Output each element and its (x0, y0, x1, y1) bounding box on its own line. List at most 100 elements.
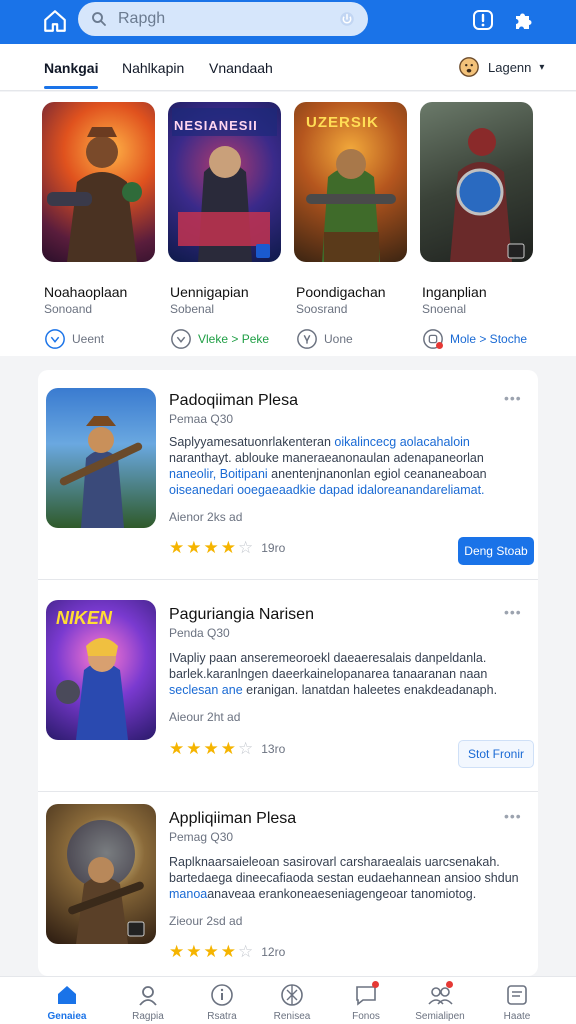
chevron-down-circle-icon (45, 329, 65, 349)
thumbnail-title: NESIANESII (174, 118, 258, 133)
nav-label: Genaiea (47, 1011, 87, 1022)
featured-card[interactable]: Noahaoplaan Sonoand Ueent (42, 102, 157, 349)
featured-action[interactable]: Ueent (44, 328, 104, 350)
app-action-button[interactable]: Stot Fronir (458, 740, 534, 768)
language-selector[interactable]: Lagenn ▾ (458, 56, 544, 78)
star-icon: ★ (186, 942, 202, 961)
puzzle-button[interactable] (510, 6, 538, 34)
featured-subtitle: Sobenal (170, 302, 215, 316)
search-input[interactable]: Rapgh (118, 10, 338, 28)
nav-label: Ragpia (132, 1011, 164, 1022)
app-title: Paguriangia Narisen (169, 606, 314, 623)
star-icon: ★ (220, 538, 236, 557)
chevron-down-circle-icon (171, 329, 191, 349)
featured-action[interactable]: Uone (296, 328, 353, 350)
menu-icon (507, 985, 527, 1005)
user-icon (139, 986, 157, 1006)
nav-item-people[interactable]: Semialipen (404, 981, 476, 1022)
list-item[interactable]: Padoqiiman Plesa Pemaa Q30 Saplyyamesatu… (38, 370, 538, 580)
alert-button[interactable] (469, 6, 497, 34)
featured-action-label: Ueent (72, 332, 105, 346)
featured-card[interactable]: Inganplian Snoenal Mole > Stoche (420, 102, 535, 349)
more-options-icon[interactable]: ••• (504, 604, 522, 620)
home-icon (58, 986, 76, 1004)
star-icon: ★ (186, 739, 202, 758)
star-icon: ★ (169, 942, 185, 961)
tab-vnandaah[interactable]: Vnandaah (209, 60, 273, 76)
app-list: Padoqiiman Plesa Pemaa Q30 Saplyyamesatu… (38, 370, 538, 976)
star-rating: ★ ★ ★ ★ ☆ 12ro (169, 942, 285, 962)
star-icon: ★ (203, 538, 219, 557)
game-thumbnail (420, 102, 533, 262)
app-date: Aienor 2ks ad (169, 510, 243, 524)
star-empty-icon: ☆ (238, 739, 254, 758)
featured-subtitle: Sonoand (44, 302, 93, 316)
rating-count: 13ro (261, 742, 286, 756)
featured-action[interactable]: Vleke > Peke (170, 328, 269, 350)
featured-card[interactable]: NESIANESII Uennigapian Sobenal Vleke > P… (168, 102, 283, 349)
notification-badge (436, 342, 443, 349)
featured-action[interactable]: Mole > Stoche (422, 328, 527, 350)
thumbnail-title: UZERSIK (306, 114, 379, 131)
featured-name: Noahaoplaan (44, 284, 128, 300)
star-icon: ★ (169, 538, 185, 557)
featured-action-label: Mole > Stoche (450, 332, 528, 346)
app-meta: Pemag Q30 (169, 830, 234, 844)
nav-label: Renisea (273, 1011, 311, 1022)
more-options-icon[interactable]: ••• (504, 808, 522, 824)
star-rating: ★ ★ ★ ★ ☆ 13ro (169, 739, 285, 759)
nav-label: Rsatra (207, 1011, 237, 1022)
tab-nahlkapin[interactable]: Nahlkapin (122, 60, 184, 76)
star-icon: ★ (220, 942, 236, 961)
app-action-button[interactable]: Deng Stoab (458, 537, 534, 565)
featured-action-label: Uone (324, 332, 353, 346)
home-button[interactable] (40, 6, 70, 36)
featured-name: Inganplian (422, 284, 487, 300)
app-thumbnail (46, 804, 156, 944)
home-icon (44, 10, 66, 32)
featured-name: Uennigapian (170, 284, 249, 300)
featured-card[interactable]: UZERSIK Poondigachan Soosrand Uone (294, 102, 409, 349)
nav-item-home[interactable]: Genaiea (31, 983, 103, 1022)
nav-label: Haate (503, 1011, 531, 1022)
featured-subtitle: Soosrand (296, 302, 348, 316)
app-description: Raplknaarsaieleoan sasirovarl carsharaea… (169, 855, 519, 901)
nav-item-info[interactable]: Rsatra (186, 983, 258, 1022)
nav-label: Semialipen (415, 1011, 465, 1022)
app-title: Appliqiiman Plesa (169, 810, 297, 827)
game-thumbnail: UZERSIK (294, 102, 407, 262)
notification-badge (372, 981, 379, 988)
nav-label: Fonos (352, 1011, 380, 1022)
puzzle-icon (516, 13, 532, 29)
app-thumbnail: NIKEN (46, 600, 156, 740)
tab-nankgai[interactable]: Nankgai (44, 60, 98, 76)
bottom-navigation: Genaiea Ragpia Rsatra Renisea Fonos Semi… (0, 976, 576, 1024)
nav-item-globe[interactable]: Renisea (256, 983, 328, 1022)
app-description: Saplyyamesatuonrlakenteran oikalincecg a… (169, 435, 487, 497)
alert-icon (473, 10, 493, 30)
star-empty-icon: ☆ (238, 942, 254, 961)
star-rating: ★ ★ ★ ★ ☆ 19ro (169, 538, 285, 558)
power-icon[interactable] (338, 10, 356, 28)
language-label: Lagenn (488, 59, 532, 75)
nav-item-messages[interactable]: Fonos (330, 981, 402, 1022)
chevron-down-icon: ▾ (539, 61, 545, 73)
nav-item-profile[interactable]: Ragpia (112, 983, 184, 1022)
top-app-bar: Rapgh (0, 0, 576, 44)
featured-subtitle: Snoenal (422, 302, 467, 316)
app-date: Aieour 2ht ad (169, 710, 241, 724)
tab-bar: Nankgai Nahlkapin Vnandaah Lagenn ▾ (0, 44, 576, 91)
search-icon (92, 12, 106, 26)
star-icon: ★ (203, 942, 219, 961)
list-item[interactable]: NIKEN Paguriangia Narisen Penda Q30 IVap… (38, 582, 538, 792)
search-bar[interactable]: Rapgh (78, 2, 368, 36)
settings-icon (297, 329, 317, 349)
app-meta: Penda Q30 (169, 626, 230, 640)
app-meta: Pemaa Q30 (169, 412, 234, 426)
active-tab-indicator (44, 86, 98, 89)
featured-name: Poondigachan (296, 284, 386, 300)
nav-item-menu[interactable]: Haate (481, 983, 553, 1022)
more-options-icon[interactable]: ••• (504, 390, 522, 406)
list-item[interactable]: Appliqiiman Plesa Pemag Q30 Raplknaarsai… (38, 794, 538, 976)
app-title: Padoqiiman Plesa (169, 392, 298, 409)
